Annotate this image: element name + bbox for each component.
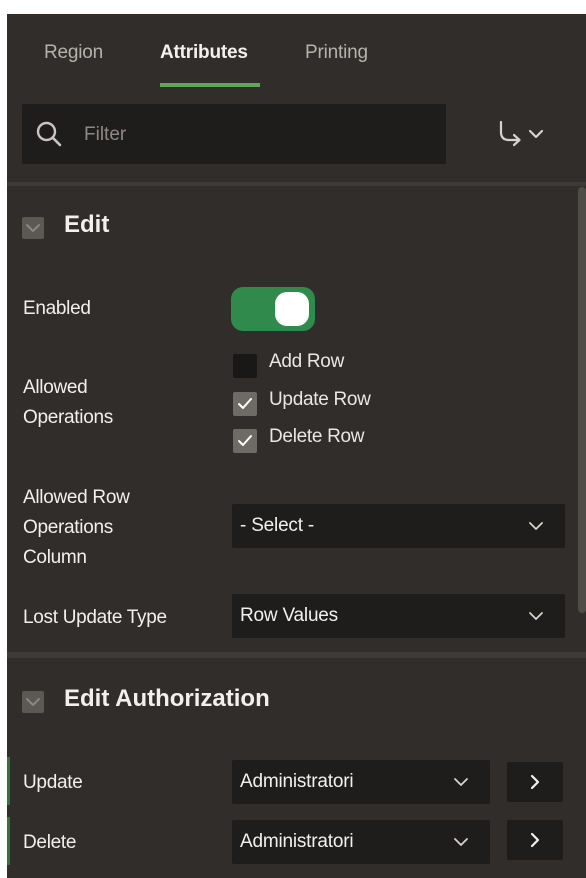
checkmark-icon	[238, 398, 252, 409]
lost-update-type-select[interactable]: Row Values	[232, 594, 565, 638]
delete-authorization-select[interactable]: Administratori	[232, 820, 490, 864]
allowed-row-ops-column-select[interactable]: - Select -	[232, 504, 565, 548]
checkbox-label: Delete Row	[269, 426, 365, 447]
checkbox-box[interactable]	[233, 392, 257, 416]
divider	[7, 182, 586, 186]
checkbox-box[interactable]	[233, 429, 257, 453]
enabled-label: Enabled	[23, 298, 91, 319]
changed-indicator	[7, 817, 10, 865]
active-tab-indicator	[160, 83, 260, 87]
tab-attributes[interactable]: Attributes	[160, 42, 248, 64]
checkbox-label: Update Row	[269, 389, 371, 410]
collapse-toggle[interactable]	[22, 691, 44, 713]
goto-update-authorization-button[interactable]	[507, 762, 563, 802]
select-value: Administratori	[240, 831, 354, 852]
checkmark-icon	[238, 435, 252, 446]
section-title: Edit	[64, 211, 110, 238]
chevron-down-icon	[529, 612, 543, 620]
chevron-down-icon	[26, 698, 40, 706]
update-label: Update	[23, 772, 83, 793]
tab-printing[interactable]: Printing	[305, 42, 368, 64]
chevron-right-icon	[530, 832, 540, 848]
tab-bar: Region Attributes Printing	[7, 14, 586, 90]
section-header-edit[interactable]: Edit	[22, 210, 222, 250]
allowed-operations-label-line1: Allowed	[23, 377, 88, 398]
goto-delete-authorization-button[interactable]	[507, 820, 563, 860]
select-value: - Select -	[240, 515, 315, 536]
scrollbar-thumb[interactable]	[578, 187, 586, 613]
chevron-down-icon	[454, 778, 468, 786]
chevron-right-icon	[530, 774, 540, 790]
property-editor-panel: Region Attributes Printing Edit Enabled	[7, 14, 586, 878]
goto-group-menu[interactable]	[497, 118, 557, 150]
allowed-row-ops-column-label-line3: Column	[23, 547, 87, 568]
section-title: Edit Authorization	[64, 685, 270, 712]
goto-arrow-icon	[499, 120, 544, 147]
update-authorization-select[interactable]: Administratori	[232, 760, 490, 804]
allowed-row-ops-column-label-line1: Allowed Row	[23, 487, 130, 508]
checkbox-label: Add Row	[269, 351, 344, 372]
search-icon	[36, 121, 62, 147]
select-value: Administratori	[240, 771, 354, 792]
delete-label: Delete	[23, 832, 77, 853]
chevron-down-icon	[454, 838, 468, 846]
filter-input[interactable]	[82, 118, 436, 152]
checkbox-box[interactable]	[233, 354, 257, 378]
allowed-row-ops-column-label-line2: Operations	[23, 517, 113, 538]
section-header-edit-authorization[interactable]: Edit Authorization	[22, 684, 342, 724]
allowed-operations-label-line2: Operations	[23, 407, 113, 428]
lost-update-type-label: Lost Update Type	[23, 607, 167, 628]
changed-indicator	[7, 757, 10, 805]
section-divider	[7, 652, 586, 658]
enabled-toggle-switch[interactable]	[231, 287, 315, 331]
tab-region[interactable]: Region	[44, 42, 103, 64]
chevron-down-icon	[529, 522, 543, 530]
switch-knob	[275, 292, 309, 326]
filter-search-box	[22, 104, 446, 164]
chevron-down-icon	[26, 224, 40, 232]
select-value: Row Values	[240, 605, 338, 626]
collapse-toggle[interactable]	[22, 217, 44, 239]
